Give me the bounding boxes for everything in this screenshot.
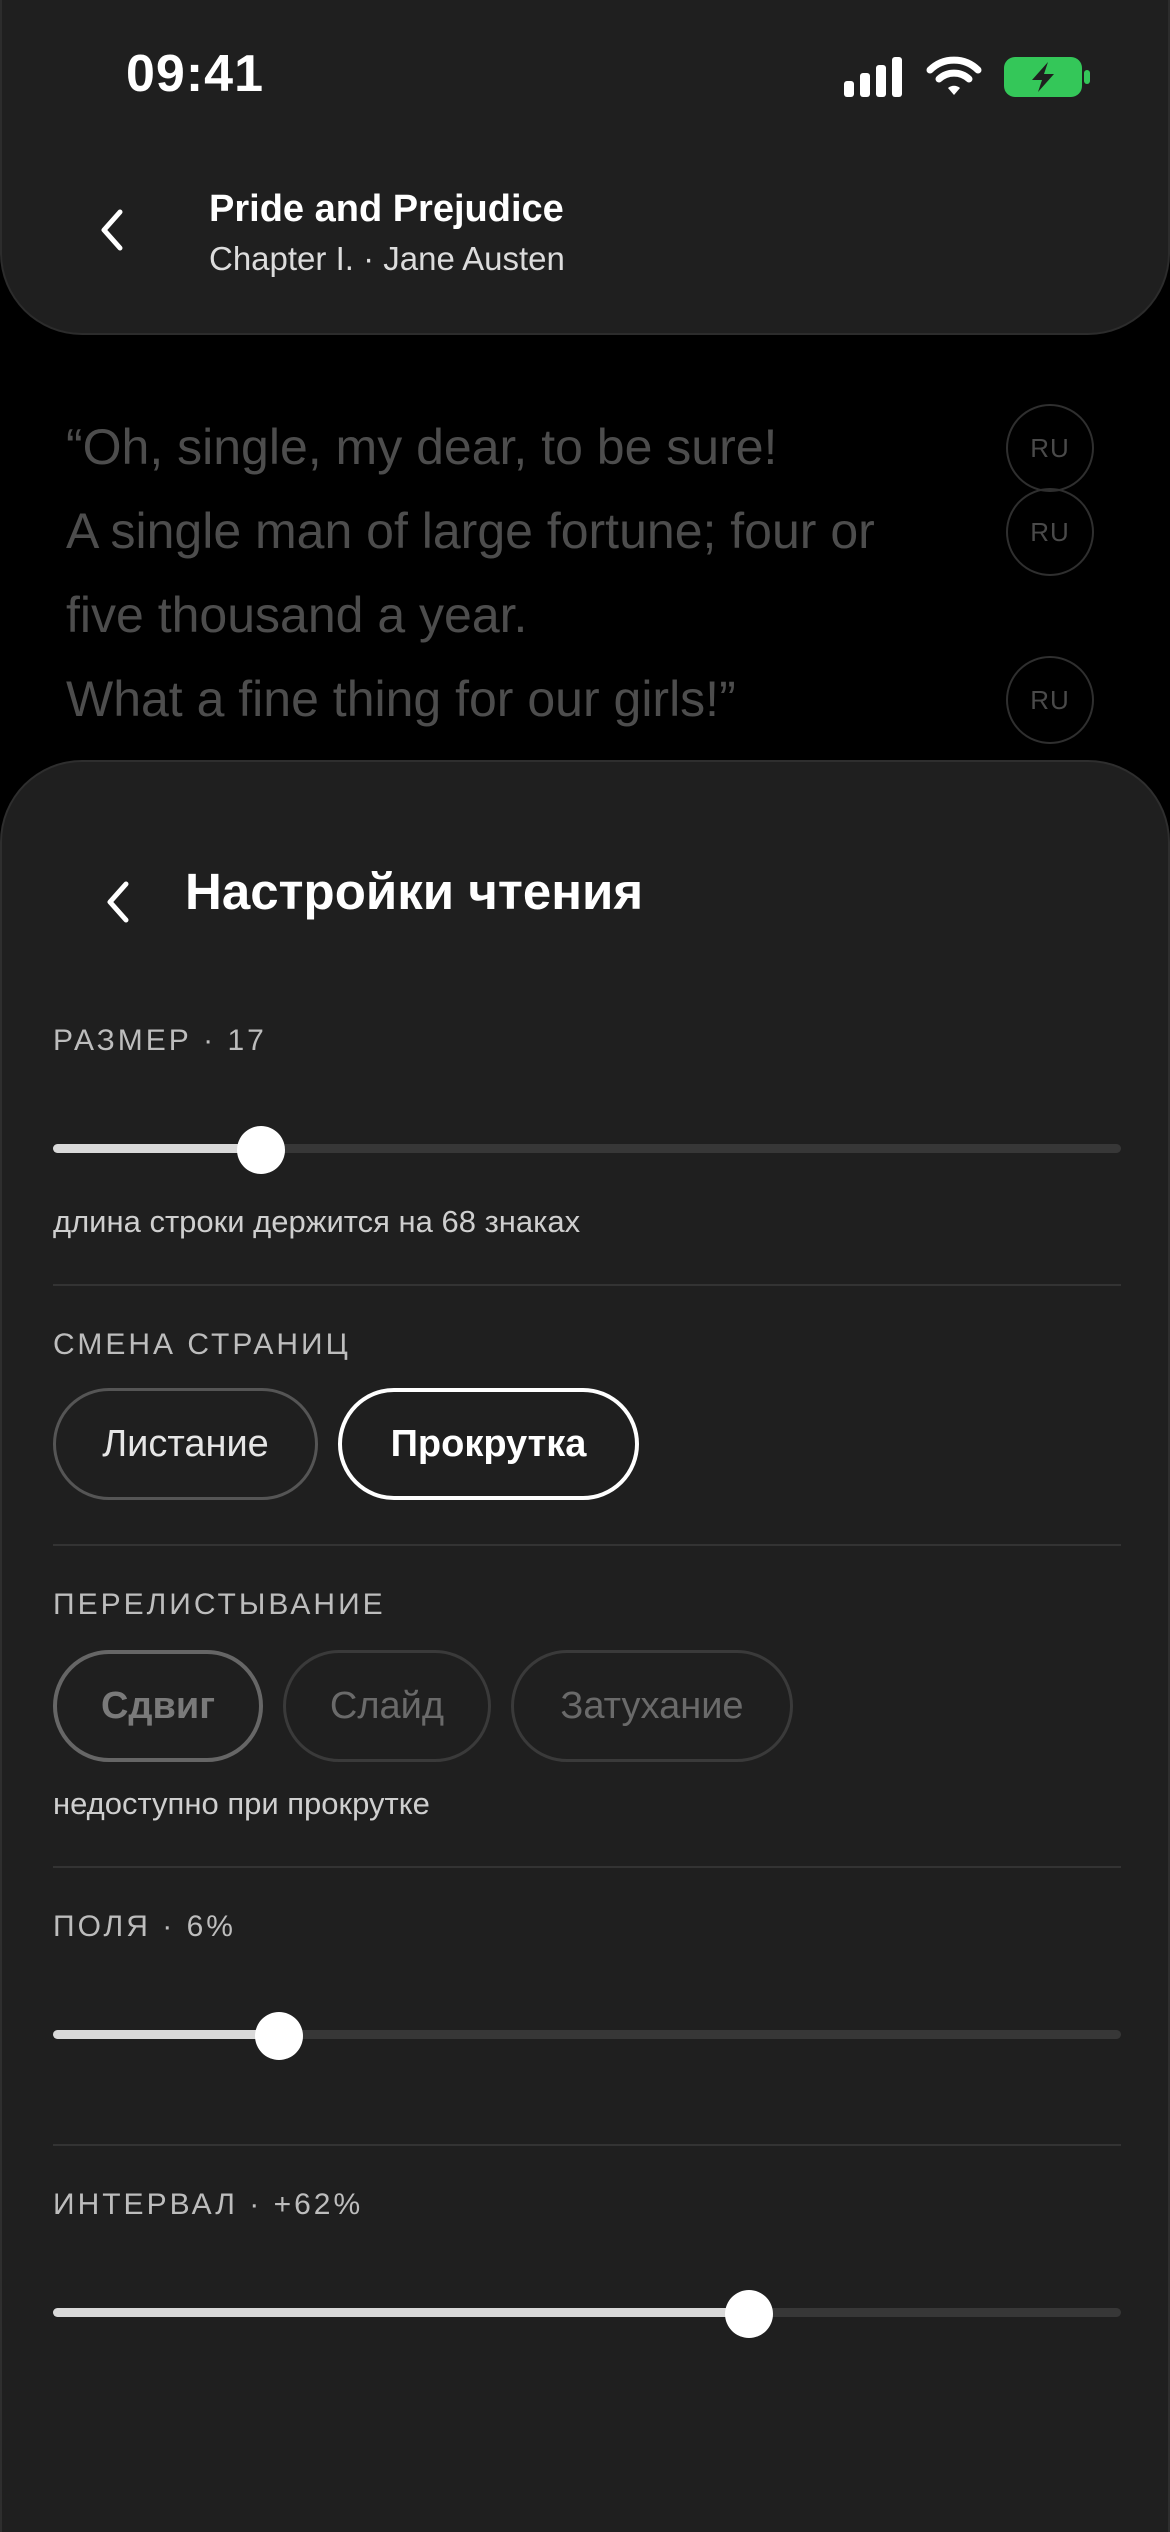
reader-header: 09:41 Pride and Prejudice Chapter I. · J… — [0, 0, 1170, 335]
margins-label: ПОЛЯ · 6% — [53, 1910, 236, 1943]
option-flip[interactable]: Листание — [53, 1388, 318, 1500]
slider-fill — [53, 1144, 262, 1153]
spacing-label: ИНТЕРВАЛ · +62% — [53, 2188, 364, 2221]
slider-thumb[interactable] — [725, 2290, 774, 2338]
translate-button[interactable]: RU — [1006, 656, 1094, 744]
sheet-back-button[interactable] — [94, 862, 142, 942]
back-button[interactable] — [82, 190, 142, 270]
chevron-left-icon — [101, 209, 123, 251]
divider — [53, 1544, 1121, 1546]
spacing-slider[interactable] — [53, 2290, 1121, 2338]
option-fade[interactable]: Затухание — [511, 1650, 793, 1762]
divider — [53, 1866, 1121, 1868]
size-note: длина строки держится на 68 знаках — [53, 1204, 581, 1239]
sheet-title: Настройки чтения — [185, 863, 644, 920]
book-title: Pride and Prejudice — [209, 188, 564, 230]
slider-fill — [53, 2308, 750, 2317]
text-line: “Oh, single, my dear, to be sure! — [66, 419, 778, 475]
translate-button[interactable]: RU — [1006, 404, 1094, 492]
text-line: What a fine thing for our girls!” — [66, 671, 736, 727]
chevron-left-icon — [107, 881, 129, 923]
slider-thumb[interactable] — [237, 1126, 286, 1174]
page-turn-note: недоступно при прокрутке — [53, 1786, 430, 1821]
text-line: five thousand a year. — [66, 587, 528, 643]
page-turn-label: ПЕРЕЛИСТЫВАНИЕ — [53, 1588, 386, 1621]
option-scroll[interactable]: Прокрутка — [338, 1388, 639, 1500]
wifi-icon — [926, 56, 982, 95]
slider-fill — [53, 2030, 280, 2039]
page-mode-label: СМЕНА СТРАНИЦ — [53, 1328, 351, 1361]
cellular-signal-icon — [844, 57, 902, 97]
option-slide[interactable]: Слайд — [283, 1650, 491, 1762]
margins-slider[interactable] — [53, 2012, 1121, 2060]
status-time: 09:41 — [126, 45, 264, 103]
text-line: A single man of large fortune; four or — [66, 503, 875, 559]
slider-thumb[interactable] — [255, 2012, 304, 2060]
size-slider[interactable] — [53, 1126, 1121, 1174]
divider — [53, 2144, 1121, 2146]
translate-button[interactable]: RU — [1006, 488, 1094, 576]
status-icons — [844, 56, 1090, 98]
reader-screen: 09:41 Pride and Prejudice Chapter I. · J… — [0, 0, 1170, 2532]
option-shift[interactable]: Сдвиг — [53, 1650, 263, 1762]
reading-settings-sheet: Настройки чтения РАЗМЕР · 17 длина строк… — [0, 760, 1170, 2532]
book-subtitle: Chapter I. · Jane Austen — [209, 240, 565, 277]
battery-charging-icon — [1004, 57, 1090, 97]
divider — [53, 1284, 1121, 1286]
size-label: РАЗМЕР · 17 — [53, 1024, 267, 1057]
